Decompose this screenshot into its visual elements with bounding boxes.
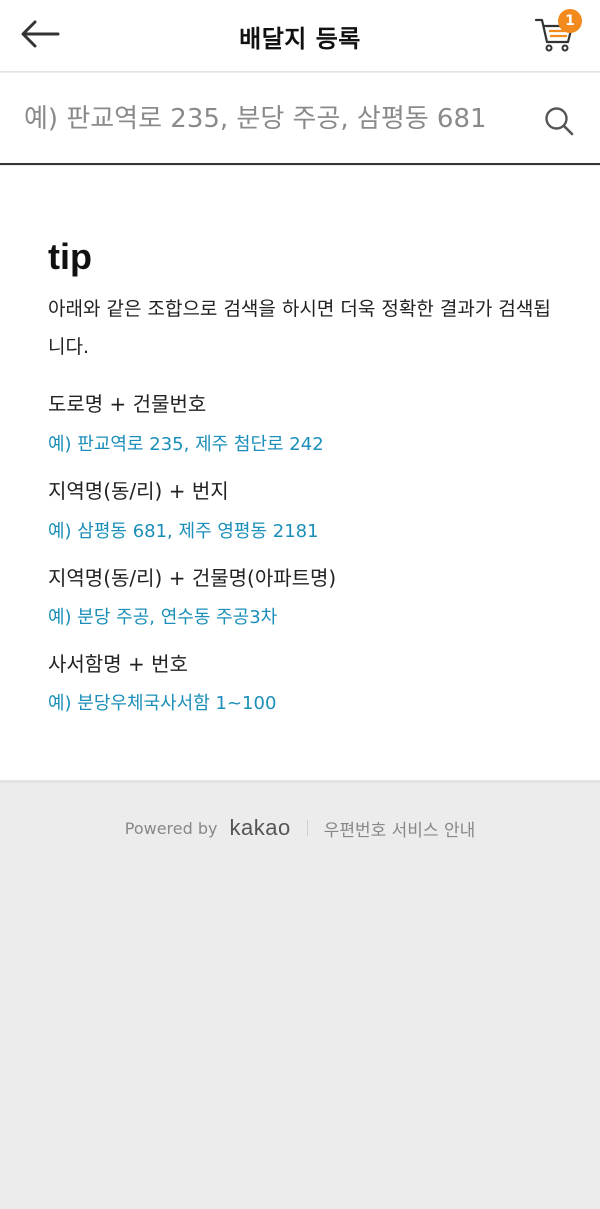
tip-heading: tip	[48, 236, 92, 277]
footer-row: Powered by kakao 우편번호 서비스 안내	[0, 813, 600, 843]
tip-item-example: 예) 삼평동 681, 제주 영평동 2181	[48, 521, 319, 542]
address-search-input[interactable]	[24, 93, 494, 145]
footer-divider	[306, 820, 308, 836]
search-tips-panel: tip 아래와 같은 조합으로 검색을 하시면 더욱 정확한 결과가 검색됩니다…	[0, 166, 600, 780]
address-search-bar	[0, 73, 600, 165]
app-header: 배달지 등록 1	[0, 0, 600, 72]
page-title: 배달지 등록	[239, 24, 361, 53]
kakao-logo: kakao	[229, 815, 291, 840]
postal-service-info-link[interactable]: 우편번호 서비스 안내	[324, 816, 476, 841]
tip-description: 아래와 같은 조합으로 검색을 하시면 더욱 정확한 결과가 검색됩니다.	[48, 298, 551, 358]
cart-button[interactable]: 1	[528, 6, 584, 60]
footer: Powered by kakao 우편번호 서비스 안내	[0, 780, 600, 1209]
tip-item-example: 예) 분당 주공, 연수동 주공3차	[48, 607, 278, 628]
cart-count-badge: 1	[558, 9, 582, 33]
powered-by-label: Powered by	[124, 818, 218, 838]
search-icon	[545, 107, 574, 136]
tip-item-label: 지역명(동/리) + 건물명(아파트명)	[48, 566, 337, 590]
tip-item-label: 지역명(동/리) + 번지	[48, 479, 229, 503]
tip-item-example: 예) 분당우체국사서함 1~100	[48, 693, 277, 714]
tip-item-label: 사서함명 + 번호	[48, 652, 188, 676]
search-button[interactable]	[534, 97, 584, 145]
tip-item-example: 예) 판교역로 235, 제주 첨단로 242	[48, 434, 324, 455]
tip-item-label: 도로명 + 건물번호	[48, 392, 207, 416]
